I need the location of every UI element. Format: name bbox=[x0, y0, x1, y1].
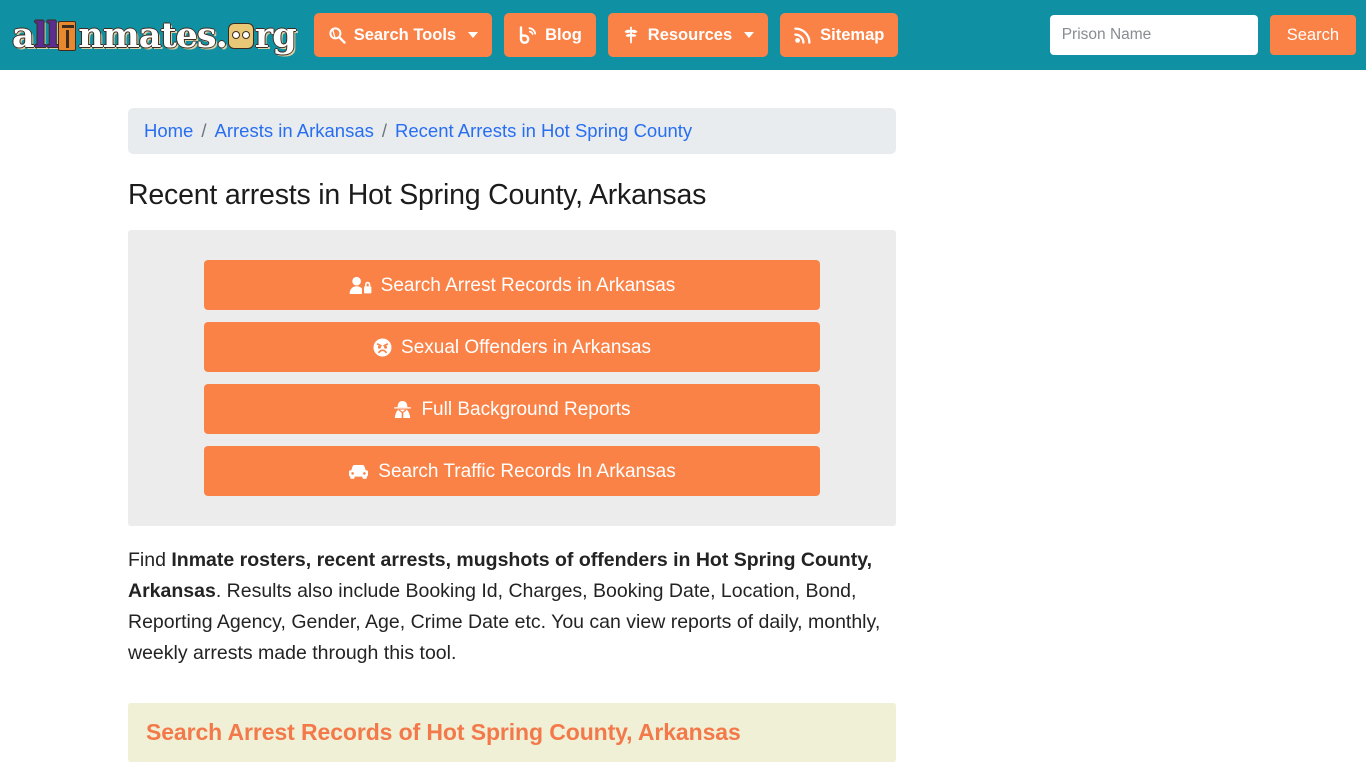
search-traffic-records-label: Search Traffic Records In Arkansas bbox=[378, 460, 676, 482]
header-search-form: Search bbox=[1049, 15, 1356, 55]
nav-search-tools-button[interactable]: Search Tools bbox=[313, 13, 493, 57]
description-rest: . Results also include Booking Id, Charg… bbox=[128, 580, 881, 665]
nav-sitemap-button[interactable]: Sitemap bbox=[780, 13, 899, 57]
page-title: Recent arrests in Hot Spring County, Ark… bbox=[128, 179, 707, 212]
user-secret-icon bbox=[393, 400, 412, 419]
breadcrumb-separator: / bbox=[381, 120, 388, 141]
full-background-reports-button[interactable]: Full Background Reports bbox=[204, 384, 820, 435]
nav-sitemap-label: Sitemap bbox=[820, 25, 885, 44]
section-banner: Search Arrest Records of Hot Spring Coun… bbox=[128, 703, 896, 763]
logo-part-ll: ll bbox=[33, 14, 60, 56]
breadcrumb-item-home[interactable]: Home bbox=[144, 120, 193, 141]
rss-icon bbox=[794, 26, 812, 44]
chevron-down-icon bbox=[468, 32, 479, 38]
user-lock-icon bbox=[349, 276, 372, 295]
search-arrest-records-label: Search Arrest Records in Arkansas bbox=[380, 274, 676, 296]
search-traffic-records-button[interactable]: Search Traffic Records In Arkansas bbox=[204, 446, 820, 497]
content-container: Home / Arrests in Arkansas / Recent Arre… bbox=[128, 108, 896, 763]
leaf-icon bbox=[622, 26, 640, 44]
search-arrest-records-button[interactable]: Search Arrest Records in Arkansas bbox=[204, 260, 820, 311]
nav-resources-button[interactable]: Resources bbox=[607, 13, 769, 57]
description-lead: Find bbox=[128, 549, 172, 572]
nav-blog-label: Blog bbox=[545, 25, 582, 44]
breadcrumb-item-arrests-in-arkansas[interactable]: Arrests in Arkansas bbox=[215, 120, 374, 141]
breadcrumb-item-current[interactable]: Recent Arrests in Hot Spring County bbox=[395, 120, 692, 141]
site-header: a ll nmates. rg Search Tools Blog Resour… bbox=[0, 0, 1366, 70]
site-logo-text: a ll nmates. rg bbox=[12, 14, 297, 56]
car-icon bbox=[348, 462, 369, 480]
logo-part-rg: rg bbox=[254, 14, 297, 56]
section-banner-heading: Search Arrest Records of Hot Spring Coun… bbox=[146, 719, 741, 746]
blog-icon bbox=[518, 25, 537, 45]
angry-face-icon bbox=[373, 338, 392, 357]
breadcrumb-separator: / bbox=[201, 120, 207, 141]
nav-resources-label: Resources bbox=[647, 25, 733, 44]
logo-part-a: a bbox=[12, 14, 35, 56]
chevron-down-icon bbox=[744, 32, 755, 38]
sexual-offenders-label: Sexual Offenders in Arkansas bbox=[401, 336, 651, 358]
logo-part-dot: . bbox=[215, 14, 228, 56]
page-body: Home / Arrests in Arkansas / Recent Arre… bbox=[0, 70, 1366, 763]
search-icon bbox=[328, 26, 346, 44]
breadcrumb: Home / Arrests in Arkansas / Recent Arre… bbox=[128, 108, 896, 155]
logo-part-nmates: nmates bbox=[78, 14, 216, 56]
nav-blog-button[interactable]: Blog bbox=[504, 13, 596, 57]
nav-search-tools-label: Search Tools bbox=[353, 25, 457, 44]
header-search-button[interactable]: Search bbox=[1269, 15, 1356, 55]
full-background-reports-label: Full Background Reports bbox=[421, 398, 631, 420]
sexual-offenders-button[interactable]: Sexual Offenders in Arkansas bbox=[204, 322, 820, 373]
prison-name-search-input[interactable] bbox=[1049, 15, 1258, 55]
action-buttons-panel: Search Arrest Records in Arkansas Sexual… bbox=[128, 230, 896, 527]
logo-handcuff-face-icon bbox=[227, 22, 254, 49]
site-logo[interactable]: a ll nmates. rg bbox=[12, 12, 297, 58]
page-description: Find Inmate rosters, recent arrests, mug… bbox=[128, 545, 896, 669]
